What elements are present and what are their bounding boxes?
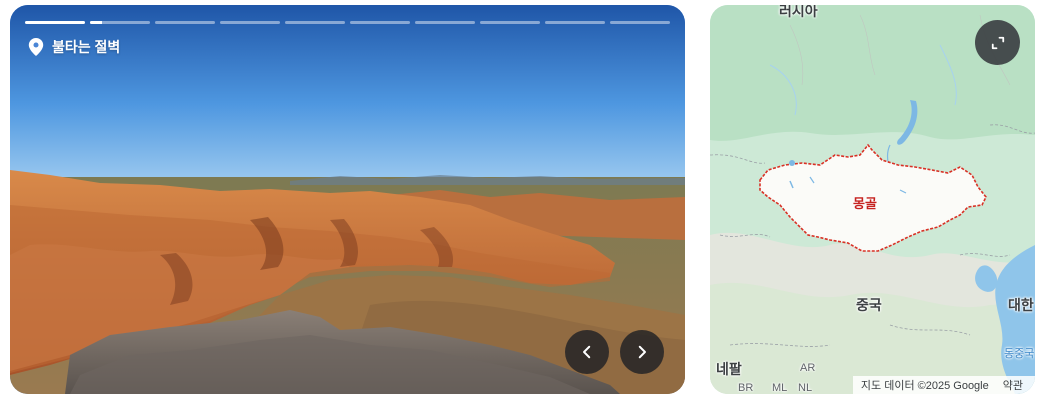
map-attribution-text: 지도 데이터 ©2025 Google	[860, 380, 989, 392]
map-terms-link[interactable]: 약관	[1003, 377, 1023, 393]
expand-icon	[991, 36, 1004, 49]
progress-segment	[90, 21, 150, 24]
photo-carousel[interactable]: 불타는 절벽	[10, 5, 685, 394]
map-label-east-china-sea: 동중국	[1004, 348, 1035, 360]
progress-segment	[25, 21, 85, 24]
map-label-russia: 러시아	[779, 5, 818, 19]
expand-map-button[interactable]	[975, 20, 1020, 65]
map-label-br: BR	[738, 382, 754, 394]
chevron-right-icon	[638, 345, 646, 359]
next-photo-button[interactable]	[620, 330, 664, 374]
chevron-left-icon	[583, 345, 591, 359]
location-pin-icon	[28, 38, 44, 56]
story-progress-bar	[25, 21, 670, 24]
map-label-mongolia: 몽골	[853, 196, 877, 211]
map-preview[interactable]: 러시아 몽골 중국 대한 네팔 동중국 AR BR ML NL 지도 데이터 ©…	[710, 5, 1035, 394]
progress-segment	[155, 21, 215, 24]
map-label-china: 중국	[856, 297, 882, 313]
progress-segment	[285, 21, 345, 24]
progress-segment	[545, 21, 605, 24]
progress-segment	[480, 21, 540, 24]
location-label: 불타는 절벽	[28, 37, 120, 57]
map-label-ml: ML	[772, 382, 788, 394]
progress-segment	[415, 21, 475, 24]
map-label-nl: NL	[798, 382, 813, 394]
progress-segment-fill	[90, 21, 102, 24]
previous-photo-button[interactable]	[565, 330, 609, 374]
map-label-korea: 대한	[1008, 297, 1034, 313]
map-attribution-bar: 지도 데이터 ©2025 Google 약관	[852, 376, 1035, 394]
progress-segment-fill	[25, 21, 85, 24]
map-label-nepal: 네팔	[716, 361, 742, 377]
map-label-ar: AR	[800, 362, 816, 374]
location-name: 불타는 절벽	[52, 39, 121, 55]
progress-segment	[610, 21, 670, 24]
progress-segment	[220, 21, 280, 24]
place-media-panel: 불타는 절벽 러시아 몽골 중국 대한 네팔 동중국 AR BR ML NL 지…	[0, 0, 1040, 397]
progress-segment	[350, 21, 410, 24]
